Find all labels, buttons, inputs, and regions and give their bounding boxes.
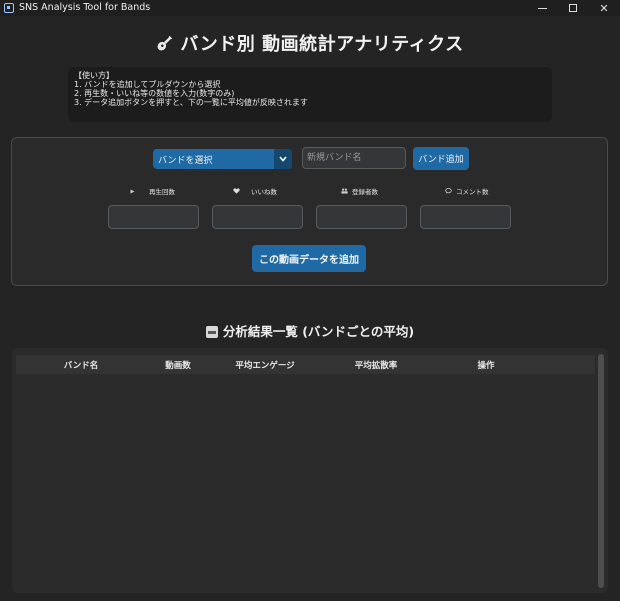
- instructions-box: 【使い方】 1. バンドを追加してプルダウンから選択 2. 再生数・いいね等の数…: [68, 67, 552, 122]
- column-header-video-count[interactable]: 動画数: [165, 359, 191, 371]
- band-select-dropdown[interactable]: バンドを選択: [153, 149, 292, 169]
- close-icon: ✕: [599, 1, 609, 15]
- new-band-input[interactable]: [302, 147, 406, 169]
- minimize-icon: [537, 7, 547, 9]
- metric-label-text: コメント数: [456, 188, 489, 196]
- window-title: SNS Analysis Tool for Bands: [19, 2, 151, 13]
- column-header-actions[interactable]: 操作: [477, 359, 494, 371]
- page-title-text: バンド別 動画統計アナリティクス: [180, 34, 464, 55]
- instructions-line: 1. バンドを追加してプルダウンから選択: [74, 80, 221, 89]
- inbox-tray-icon: [205, 326, 218, 338]
- minimize-button[interactable]: [526, 0, 558, 16]
- likes-input[interactable]: [212, 205, 303, 229]
- results-title: 分析結果一覧 (バンドごとの平均): [0, 321, 620, 340]
- close-button[interactable]: ✕: [588, 0, 620, 16]
- table-scrollbar[interactable]: [598, 354, 604, 588]
- column-header-band-name[interactable]: バンド名: [64, 359, 98, 371]
- results-title-text: 分析結果一覧 (バンドごとの平均): [222, 324, 415, 339]
- plays-input[interactable]: [108, 205, 199, 229]
- metric-label-comments: コメント数: [445, 186, 489, 196]
- comments-input[interactable]: [420, 205, 511, 229]
- column-header-avg-engagement[interactable]: 平均エンゲージ: [235, 359, 294, 371]
- guitar-icon: [157, 35, 173, 51]
- add-video-data-button[interactable]: この動画データを追加: [252, 245, 366, 272]
- instructions-line: 【使い方】: [74, 71, 114, 80]
- results-table-header: [16, 355, 595, 374]
- play-icon: [130, 189, 135, 193]
- metric-label-text: 再生回数: [149, 188, 175, 196]
- column-header-avg-spread-rate[interactable]: 平均拡散率: [355, 359, 398, 371]
- instructions-line: 3. データ追加ボタンを押すと、下の一覧に平均値が反映されます: [74, 98, 308, 107]
- chevron-down-icon[interactable]: [274, 149, 292, 169]
- page-title: バンド別 動画統計アナリティクス: [0, 30, 620, 56]
- subscribers-input[interactable]: [316, 205, 407, 229]
- add-band-button[interactable]: バンド追加: [413, 147, 469, 170]
- maximize-button[interactable]: [557, 0, 589, 16]
- band-select-value: バンドを選択: [158, 155, 213, 166]
- metric-label-text: 登録者数: [352, 188, 378, 196]
- people-icon: [341, 188, 348, 194]
- app-icon: [4, 3, 14, 13]
- metric-label-likes: いいね数: [233, 186, 277, 196]
- window-titlebar: SNS Analysis Tool for Bands ✕: [0, 0, 620, 16]
- metric-label-text: いいね数: [251, 188, 277, 196]
- instructions-line: 2. 再生数・いいね等の数値を入力(数字のみ): [74, 89, 235, 98]
- metric-label-plays: 再生回数: [130, 186, 175, 196]
- metric-label-subscribers: 登録者数: [341, 186, 378, 196]
- results-table: [12, 348, 608, 593]
- comment-icon: [445, 188, 452, 194]
- heart-icon: [233, 188, 240, 194]
- maximize-icon: [569, 4, 577, 12]
